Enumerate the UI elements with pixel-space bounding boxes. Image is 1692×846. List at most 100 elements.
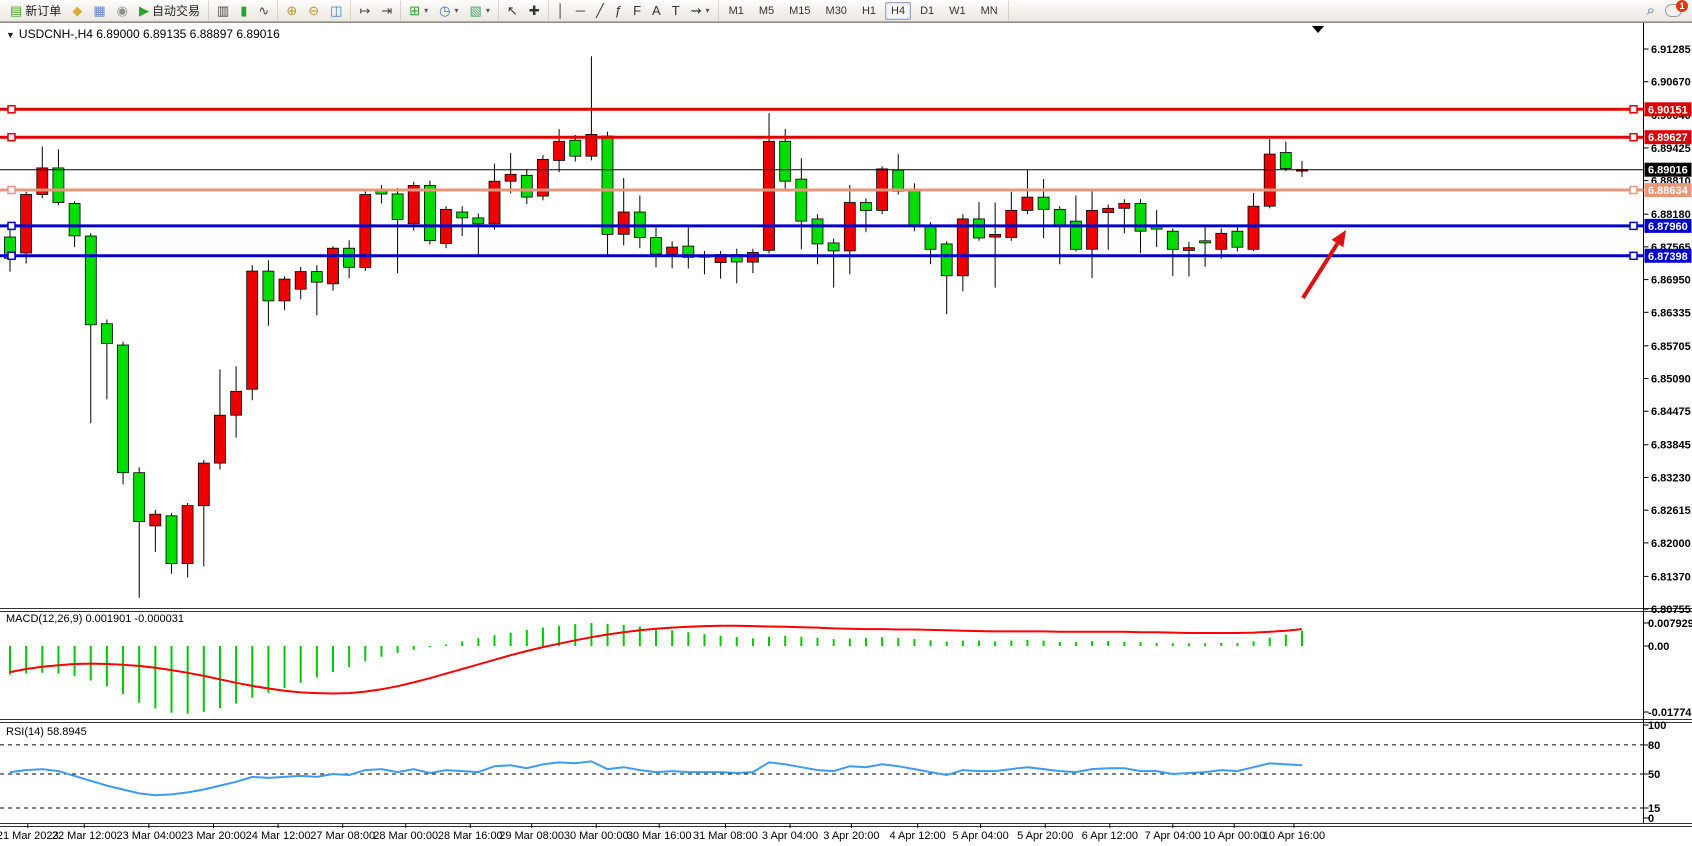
zoom-in-button[interactable]: ⊕	[282, 2, 301, 19]
hline-handle[interactable]	[8, 187, 15, 194]
hline-handle[interactable]	[8, 222, 15, 229]
horizontal-line-button[interactable]: ─	[572, 2, 589, 19]
price-badge-label: 6.88634	[1648, 185, 1689, 197]
candle-body	[1264, 154, 1275, 206]
chart-shift-marker-icon[interactable]	[1312, 26, 1324, 33]
candle-body	[21, 195, 32, 254]
price-tick-label: 6.81370	[1651, 571, 1691, 583]
time-label: 27 Mar 08:00	[310, 830, 375, 842]
fibonacci-button[interactable]: F	[629, 2, 645, 19]
search-icon[interactable]: ⌕	[1647, 2, 1655, 19]
price-tick-label: 6.89425	[1651, 143, 1691, 155]
timeframe-d1-button[interactable]: D1	[914, 2, 940, 20]
candle-body	[231, 391, 242, 415]
timeframe-h4-button[interactable]: H4	[885, 2, 911, 20]
auto-scroll-icon: ↦	[359, 4, 370, 17]
time-label: 5 Apr 20:00	[1017, 830, 1073, 842]
candle-body	[957, 219, 968, 276]
hline-handle[interactable]	[1630, 187, 1637, 194]
candle-body	[780, 141, 791, 181]
bar-chart-button[interactable]: ▥	[213, 2, 233, 19]
candlestick-chart-button[interactable]: ▮	[236, 2, 251, 19]
vertical-line-button[interactable]: │	[553, 2, 569, 19]
main-toolbar: ▤新订单◆▦◉▶自动交易▥▮∿⊕⊖◫↦⇥⊞▾◷▾▧▾↖✚│─╱ƒFAT⇝▾ M1…	[0, 0, 1692, 22]
toolbar-group-insert: ⊞▾◷▾▧▾	[401, 1, 499, 21]
candle-body	[925, 226, 936, 249]
hline-handle[interactable]	[8, 106, 15, 113]
time-label: 28 Mar 16:00	[438, 830, 503, 842]
time-label: 28 Mar 00:00	[373, 830, 438, 842]
candle-body	[263, 271, 274, 301]
candle-body	[1054, 209, 1065, 226]
rsi-axis-label: 50	[1648, 769, 1660, 781]
hline-handle[interactable]	[1630, 106, 1637, 113]
indicators-button[interactable]: ⊞▾	[405, 2, 432, 19]
templates-button-caret-icon[interactable]: ▾	[486, 6, 490, 15]
candle-body	[812, 219, 823, 244]
collapse-triangle-icon[interactable]: ▼	[6, 30, 15, 40]
timeframe-m15-button[interactable]: M15	[783, 2, 816, 20]
timeframe-m30-button[interactable]: M30	[820, 2, 853, 20]
candle-body	[990, 234, 1001, 237]
toolbar-group-chart-type: ▥ ▮∿	[209, 1, 278, 21]
candle-body	[134, 473, 145, 522]
hline-handle[interactable]	[8, 134, 15, 141]
toolbar-group-scroll: ↦⇥	[351, 1, 401, 21]
timeframe-w1-button[interactable]: W1	[943, 2, 972, 20]
zoom-out-button[interactable]: ⊖	[304, 2, 323, 19]
rsi-indicator-label: RSI(14) 58.8945	[6, 726, 87, 738]
chart-shift-button[interactable]: ⇥	[377, 2, 396, 19]
templates-button[interactable]: ▧▾	[466, 2, 494, 19]
time-label: 23 Mar 04:00	[116, 830, 181, 842]
signals-button[interactable]: ◉	[113, 2, 132, 19]
hline-handle[interactable]	[1630, 134, 1637, 141]
text-label-button[interactable]: T	[668, 2, 684, 19]
arrows-button[interactable]: ⇝▾	[687, 2, 714, 19]
time-label: 30 Mar 00:00	[564, 830, 629, 842]
chat-icon[interactable]: 1	[1665, 4, 1682, 17]
price-badge-label: 6.87398	[1648, 251, 1688, 263]
trendline-button[interactable]: ╱	[592, 2, 608, 19]
new-order-button[interactable]: ▤新订单	[6, 0, 65, 21]
candle-body	[118, 345, 129, 473]
annotation-arrow-shaft[interactable]	[1303, 244, 1337, 298]
hline-handle[interactable]	[1630, 222, 1637, 229]
market-depth-button[interactable]: ◆	[68, 2, 86, 19]
horizontal-line-icon: ─	[576, 4, 585, 17]
arrows-button-caret-icon[interactable]: ▾	[706, 6, 710, 15]
candle-body	[392, 194, 403, 220]
timeframe-mn-button[interactable]: MN	[975, 2, 1004, 20]
autotrading-button[interactable]: ▶自动交易	[135, 0, 204, 21]
candle-body	[554, 141, 565, 160]
bar-chart-icon: ▥	[217, 4, 229, 17]
periods-button-caret-icon[interactable]: ▾	[455, 6, 459, 15]
crosshair-button[interactable]: ✚	[525, 2, 544, 19]
text-button[interactable]: A	[648, 2, 665, 19]
candle-body	[974, 219, 985, 238]
hline-handle[interactable]	[1630, 252, 1637, 259]
tile-windows-button[interactable]: ◫	[326, 2, 346, 19]
timeframe-m5-button[interactable]: M5	[753, 2, 780, 20]
line-chart-button[interactable]: ∿	[254, 2, 273, 19]
charts-window-button[interactable]: ▦	[89, 2, 109, 19]
candle-body	[214, 415, 225, 463]
hline-handle[interactable]	[8, 252, 15, 259]
indicators-button-caret-icon[interactable]: ▾	[424, 6, 428, 15]
price-chart-canvas[interactable]: 6.912856.906706.900406.894256.888106.881…	[0, 23, 1692, 846]
autotrading-button-label: 自动交易	[152, 2, 200, 19]
time-label: 24 Mar 12:00	[246, 830, 311, 842]
candle-body	[651, 238, 662, 255]
timeframe-h1-button[interactable]: H1	[856, 2, 882, 20]
candle-body	[618, 212, 629, 234]
time-label: 22 Mar 12:00	[52, 830, 117, 842]
candle-body	[69, 204, 80, 236]
time-label: 10 Apr 00:00	[1203, 830, 1265, 842]
cursor-button[interactable]: ↖	[503, 2, 522, 19]
candle-body	[521, 175, 532, 197]
candle-body	[53, 168, 64, 203]
periods-button[interactable]: ◷▾	[435, 2, 462, 19]
auto-scroll-button[interactable]: ↦	[355, 2, 374, 19]
price-badge-label: 6.89016	[1648, 165, 1688, 177]
timeframe-m1-button[interactable]: M1	[723, 2, 750, 20]
equidistant-channel-button[interactable]: ƒ	[611, 2, 626, 19]
